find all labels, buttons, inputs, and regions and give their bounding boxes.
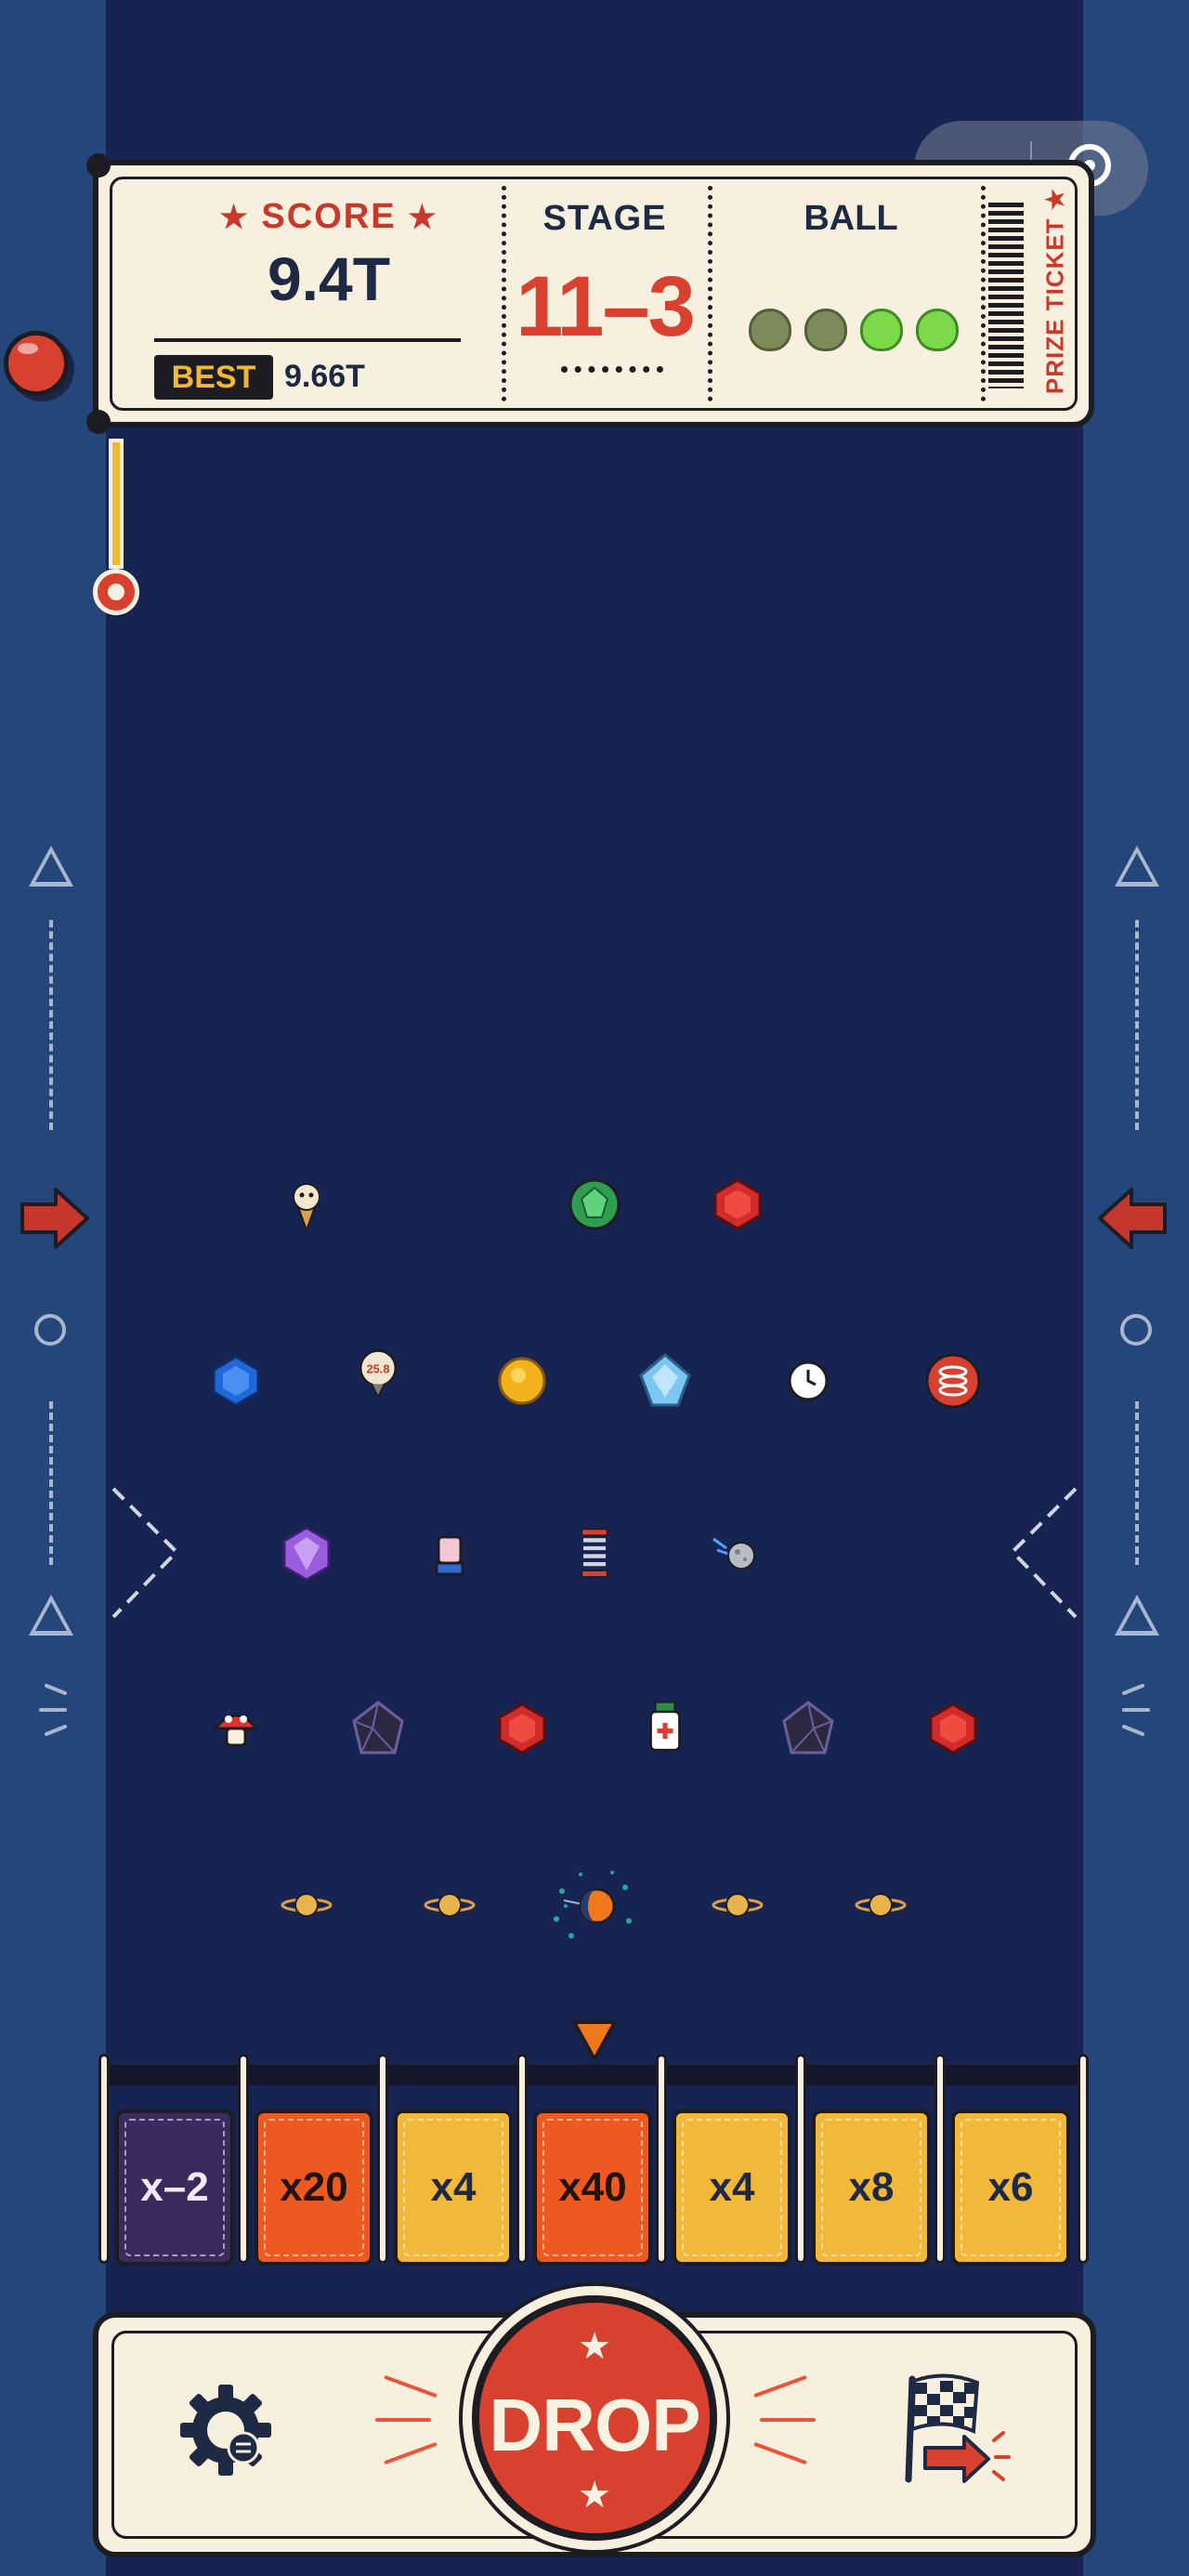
speed-lines-icon: [1122, 1684, 1150, 1736]
ticket-perforation: [502, 186, 506, 401]
planet-icon: [424, 1893, 476, 1917]
slot-divider: [934, 2054, 946, 2264]
multiplier-slot: x8: [812, 2109, 931, 2266]
dark-crystal-icon: [352, 1701, 404, 1755]
ticket-notch: [86, 410, 111, 434]
arrow-right-icon: [20, 1188, 89, 1249]
star-icon: ★: [219, 200, 250, 235]
triangle-marker-icon: [1115, 1595, 1159, 1636]
stage-label: STAGE: [542, 199, 667, 238]
triangle-marker-icon: [29, 846, 73, 887]
drop-indicator-icon: [572, 2020, 617, 2061]
dark-crystal-icon: [782, 1701, 834, 1755]
multiplier-slot: x20: [255, 2109, 373, 2266]
dash-line: [1135, 1401, 1139, 1565]
red-gem-icon: [498, 1702, 546, 1755]
blue-gem-icon: [212, 1355, 260, 1407]
clock-icon: [788, 1360, 829, 1401]
multiplier-slot: x6: [951, 2109, 1070, 2266]
spring-icon: [581, 1528, 608, 1578]
green-gem-icon: [568, 1178, 621, 1230]
blender-icon: [435, 1535, 464, 1576]
star-icon: ★: [408, 200, 438, 235]
triangle-marker-icon: [1115, 846, 1159, 887]
ticket-perforation: [708, 186, 712, 401]
slot-divider: [656, 2054, 667, 2264]
score-label: ★ SCORE ★: [208, 197, 450, 237]
ball-used-icon: [749, 309, 791, 351]
burst-line: [375, 2418, 431, 2422]
slot-divider: [377, 2054, 388, 2264]
best-value: 9.66T: [284, 359, 365, 394]
circle-marker-icon: [34, 1314, 66, 1346]
thermometer-bulb: [93, 569, 139, 615]
red-gem-icon: [713, 1178, 762, 1230]
triangle-marker-icon: [29, 1595, 73, 1636]
comet-ball-icon: [554, 1871, 632, 1939]
star-icon: ★: [578, 2474, 611, 2517]
multiplier-slot: x4: [394, 2109, 513, 2266]
medicine-bottle-icon: [649, 1701, 681, 1752]
drop-button[interactable]: ★ DROP ★: [472, 2295, 717, 2541]
slot-divider: [795, 2054, 806, 2264]
ball-label: BALL: [804, 199, 898, 238]
purple-gem-icon: [282, 1526, 331, 1582]
price-tag-text: 25.8: [367, 1361, 390, 1375]
score-divider: [154, 338, 461, 342]
dash-line: [49, 920, 53, 1130]
scoreboard-ticket: ★ SCORE ★ 9.4T BEST 9.66T STAGE 11–3 BAL…: [86, 153, 1094, 434]
speed-lines-icon: [39, 1684, 67, 1736]
gear-icon[interactable]: [175, 2379, 277, 2481]
burst-line: [760, 2418, 816, 2422]
planet-icon: [712, 1893, 764, 1917]
dash-line: [49, 1401, 53, 1565]
ticket-perforation: [981, 186, 986, 401]
launcher-knob[interactable]: [4, 331, 69, 396]
slot-divider: [98, 2054, 110, 2264]
ice-cream-icon: [293, 1183, 320, 1232]
arrow-left-icon: [1098, 1188, 1167, 1249]
checkered-flag-icon[interactable]: [899, 2372, 1014, 2487]
score-label-text: SCORE: [261, 197, 397, 236]
slot-divider: [516, 2054, 528, 2264]
multiplier-slot: x40: [533, 2109, 652, 2266]
barcode: [988, 203, 1024, 388]
slot-divider: [238, 2054, 249, 2264]
power-thermometer: [109, 439, 124, 569]
gold-coin-icon: [498, 1357, 546, 1405]
score-value: 9.4T: [267, 244, 391, 313]
planet-icon: [281, 1893, 333, 1917]
slot-divider: [1078, 2054, 1089, 2264]
dash-line: [1135, 920, 1139, 1130]
ball-used-icon: [804, 309, 847, 351]
spring-icon: [925, 1353, 981, 1409]
red-gem-icon: [929, 1702, 977, 1755]
best-badge: BEST: [154, 355, 273, 400]
stage-dots: [561, 366, 663, 373]
ball-remaining-icon: [916, 309, 959, 351]
drop-label: DROP: [489, 2384, 700, 2466]
right-rail: [1083, 0, 1189, 2576]
circle-marker-icon: [1120, 1314, 1152, 1346]
multiplier-slot: x–2: [115, 2109, 234, 2266]
mushroom-icon: [212, 1714, 260, 1747]
prize-ticket-label: PRIZE TICKET ★: [1040, 187, 1069, 395]
price-tag-icon: 25.8: [359, 1349, 398, 1400]
right-bumper: [1010, 1487, 1078, 1619]
diamond-icon: [639, 1353, 691, 1407]
stage-value: 11–3: [516, 259, 696, 354]
ball-remaining-icon: [860, 309, 903, 351]
multiplier-slot: x4: [673, 2109, 791, 2266]
planet-icon: [855, 1893, 907, 1917]
star-icon: ★: [578, 2325, 611, 2368]
left-bumper: [111, 1487, 179, 1619]
ticket-notch: [86, 153, 111, 177]
meteor-icon: [712, 1537, 755, 1570]
